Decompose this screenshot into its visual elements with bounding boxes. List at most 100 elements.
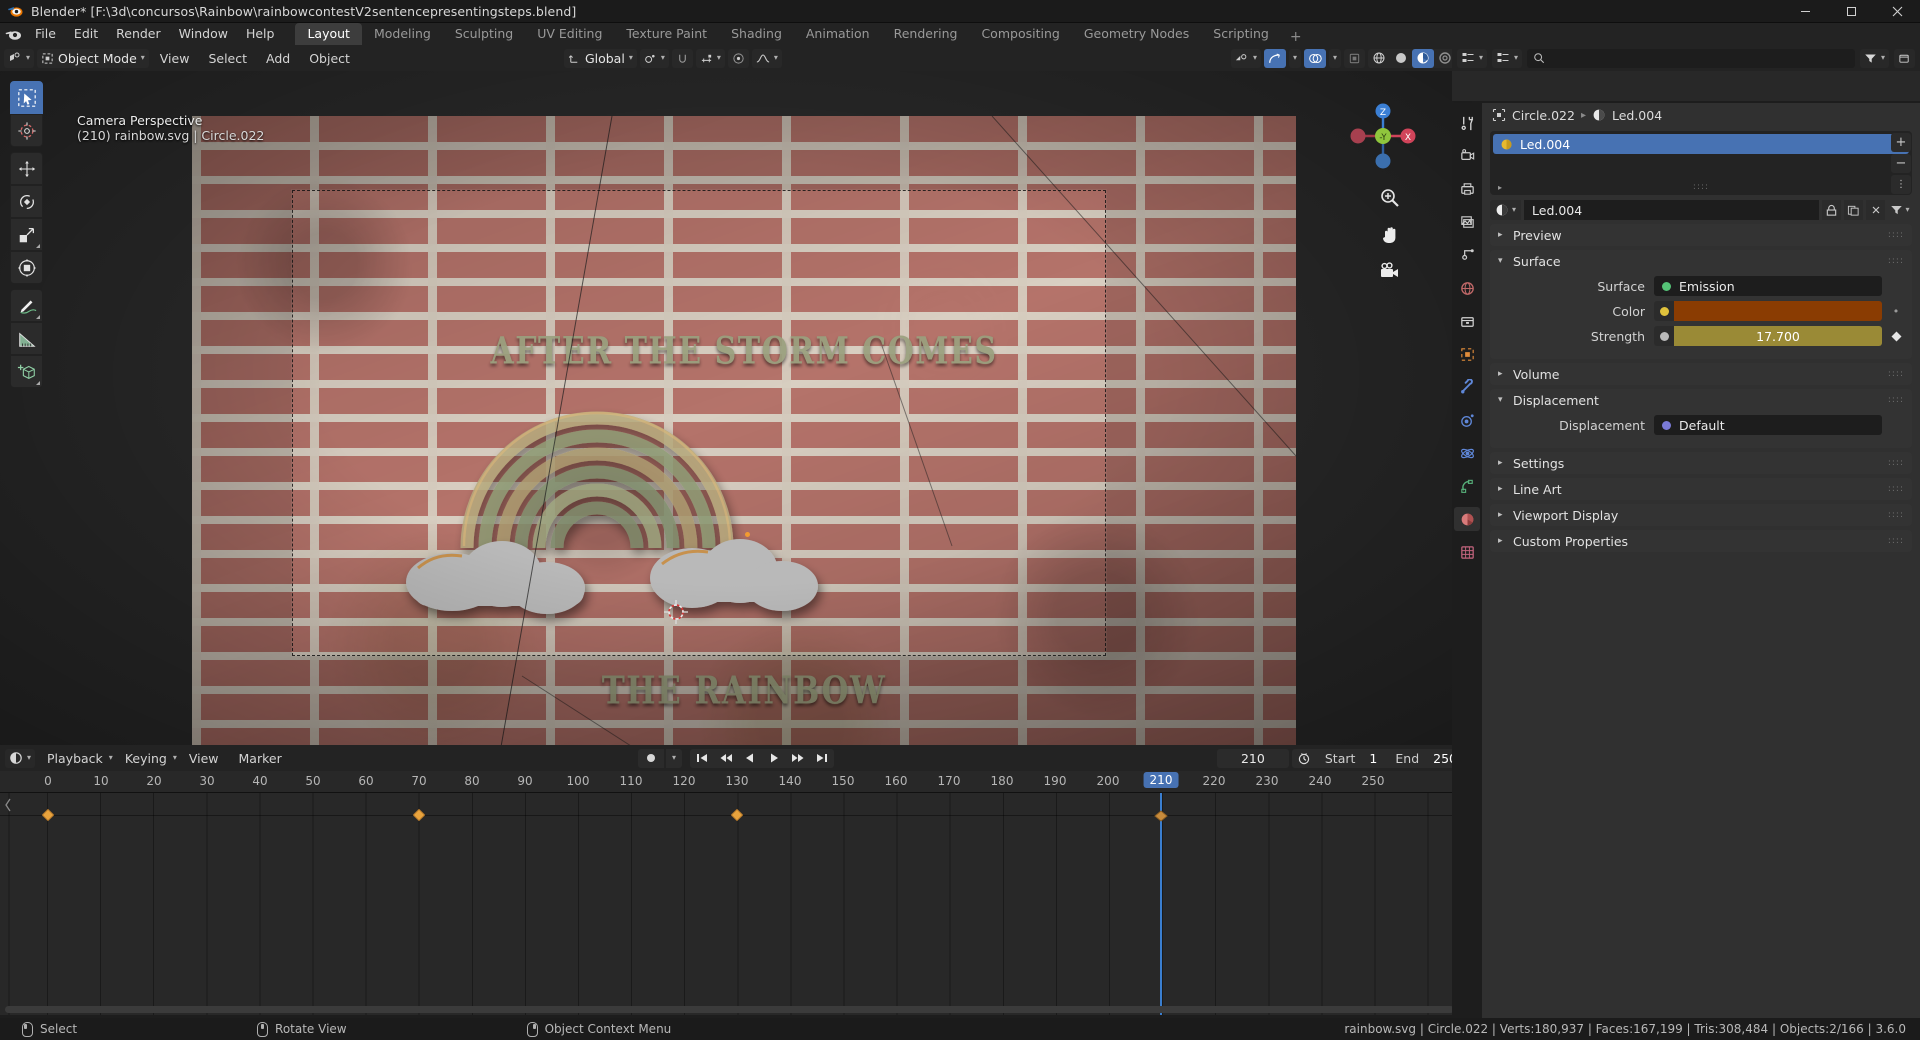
close-button[interactable] (1874, 0, 1920, 23)
solid-shading-button[interactable] (1390, 49, 1412, 68)
playhead-badge[interactable]: 210 (1143, 772, 1179, 788)
wireframe-shading-button[interactable] (1368, 49, 1390, 68)
browse-material-button[interactable]: ▾ (1490, 200, 1522, 220)
measure-tool-button[interactable] (10, 322, 43, 355)
timeline-playhead[interactable] (1160, 793, 1162, 1015)
tab-constraints[interactable] (1454, 474, 1480, 498)
tab-texture-paint[interactable]: Texture Paint (614, 23, 719, 45)
tab-uv-editing[interactable]: UV Editing (525, 23, 614, 45)
emission-strength-control[interactable]: 17.700 (1654, 326, 1882, 346)
menu-help[interactable]: Help (237, 24, 284, 44)
gizmo-options-dropdown[interactable]: ▾ (1288, 48, 1301, 68)
auto-keyframe-options[interactable]: ▾ (666, 748, 682, 768)
remove-material-slot-button[interactable]: − (1891, 154, 1911, 173)
transform-orientation-dropdown[interactable]: Global ▾ (563, 48, 637, 68)
zoom-icon[interactable] (1378, 186, 1402, 210)
tab-texture[interactable] (1454, 540, 1480, 564)
timeline-menu-marker[interactable]: Marker (231, 749, 290, 768)
outliner-body[interactable] (1452, 71, 1920, 101)
material-filter-dropdown[interactable]: ▾ (1888, 200, 1912, 220)
strength-input-socket-icon[interactable] (1654, 326, 1674, 346)
menu-edit[interactable]: Edit (65, 24, 107, 44)
add-workspace-button[interactable]: + (1281, 29, 1311, 45)
menu-render[interactable]: Render (107, 24, 170, 44)
tab-animation[interactable]: Animation (794, 23, 882, 45)
tab-rendering[interactable]: Rendering (882, 23, 970, 45)
menu-window[interactable]: Window (170, 24, 237, 44)
tweak-select-tool-button[interactable] (10, 81, 43, 114)
outliner-filter-dropdown[interactable]: ▾ (1859, 48, 1889, 68)
tab-output[interactable] (1454, 177, 1480, 201)
next-keyframe-button[interactable] (786, 748, 810, 768)
tab-sculpting[interactable]: Sculpting (443, 23, 525, 45)
outliner-editor-type-selector[interactable]: ▾ (1457, 48, 1488, 68)
tab-scripting[interactable]: Scripting (1201, 23, 1281, 45)
jump-to-start-button[interactable] (690, 748, 714, 768)
emission-color-control[interactable] (1654, 301, 1882, 321)
emission-color-swatch[interactable] (1674, 301, 1882, 321)
object-mode-dropdown[interactable]: Object Mode ▾ (37, 48, 149, 68)
tab-view-layer[interactable] (1454, 210, 1480, 234)
proportional-edit-dropdown[interactable]: ▾ (695, 48, 725, 68)
tab-particles[interactable] (1454, 408, 1480, 432)
play-reverse-button[interactable] (738, 748, 762, 768)
minimize-button[interactable] (1782, 0, 1828, 23)
panel-custom-properties-header[interactable]: ▸ Custom Properties :::: (1490, 530, 1912, 552)
tab-tool[interactable] (1454, 111, 1480, 135)
current-frame-field[interactable]: 210 (1216, 748, 1289, 768)
viewport-menu-select[interactable]: Select (200, 49, 255, 68)
panel-viewport-display-header[interactable]: ▸ Viewport Display :::: (1490, 504, 1912, 526)
pan-hand-icon[interactable] (1378, 223, 1402, 247)
breadcrumb-object-name[interactable]: Circle.022 (1512, 108, 1575, 123)
start-frame-field[interactable]: Start 1 (1316, 751, 1387, 766)
editor-type-selector[interactable]: ▾ (4, 48, 35, 68)
timeline-expand-arrow-icon[interactable] (3, 793, 15, 817)
tab-shading[interactable]: Shading (719, 23, 794, 45)
annotate-tool-button[interactable] (10, 289, 43, 322)
xray-toggle[interactable] (1343, 48, 1365, 68)
viewport-canvas[interactable]: AFTER THE STORM COMES THE RAINBOW Camera… (0, 71, 1472, 745)
overlays-toggle[interactable] (1303, 48, 1326, 68)
play-button[interactable] (762, 748, 786, 768)
panel-surface-header[interactable]: ▾ Surface :::: (1490, 250, 1912, 272)
timeline-editor-type-selector[interactable]: ▾ (5, 748, 36, 768)
tab-layout[interactable]: Layout (295, 23, 362, 45)
color-input-socket-icon[interactable] (1654, 301, 1674, 321)
panel-settings-header[interactable]: ▸ Settings :::: (1490, 452, 1912, 474)
strength-keyframe-indicator[interactable] (1890, 331, 1902, 342)
breadcrumb-material-name[interactable]: Led.004 (1612, 108, 1662, 123)
timeline-menu-keying[interactable]: Keying (117, 749, 175, 768)
unlink-material-button[interactable] (1866, 200, 1885, 220)
use-preview-range-icon[interactable] (1292, 749, 1316, 768)
outliner-search-input[interactable] (1527, 48, 1855, 68)
viewport-menu-add[interactable]: Add (258, 49, 298, 68)
gizmo-toggle[interactable] (1263, 48, 1286, 68)
outliner-new-collection-button[interactable] (1894, 48, 1915, 68)
panel-line-art-header[interactable]: ▸ Line Art :::: (1490, 478, 1912, 500)
color-animate-dot[interactable]: • (1890, 305, 1902, 318)
timeline-horizontal-scrollbar[interactable] (5, 1006, 1454, 1013)
falloff-curve-dropdown[interactable]: ▾ (751, 48, 782, 68)
material-slot-item[interactable]: Led.004 (1493, 134, 1909, 154)
tab-modeling[interactable]: Modeling (362, 23, 443, 45)
add-cube-tool-button[interactable] (10, 355, 43, 388)
outliner-display-mode-dropdown[interactable]: ▾ (1492, 48, 1523, 68)
material-preview-shading-button[interactable] (1411, 48, 1434, 68)
viewport-menu-object[interactable]: Object (301, 49, 358, 68)
blender-menu-icon[interactable] (0, 28, 26, 41)
move-tool-button[interactable] (10, 152, 43, 185)
timeline-ruler[interactable]: 0 10 20 30 40 50 60 70 80 90 100 110 120… (0, 771, 1472, 793)
tab-object[interactable] (1454, 342, 1480, 366)
cursor-tool-button[interactable] (10, 114, 43, 147)
add-material-slot-button[interactable]: + (1891, 133, 1911, 152)
tab-world[interactable] (1454, 276, 1480, 300)
tab-scene[interactable] (1454, 243, 1480, 267)
tab-compositing[interactable]: Compositing (969, 23, 1071, 45)
fake-user-button[interactable] (1822, 200, 1841, 220)
material-slot-list-expander[interactable]: ▸ :::: (1490, 179, 1912, 195)
maximize-button[interactable] (1828, 0, 1874, 23)
proportional-falloff-icon[interactable] (727, 48, 749, 68)
menu-file[interactable]: File (26, 24, 65, 44)
viewport-menu-view[interactable]: View (152, 49, 198, 68)
scale-tool-button[interactable] (10, 218, 43, 251)
